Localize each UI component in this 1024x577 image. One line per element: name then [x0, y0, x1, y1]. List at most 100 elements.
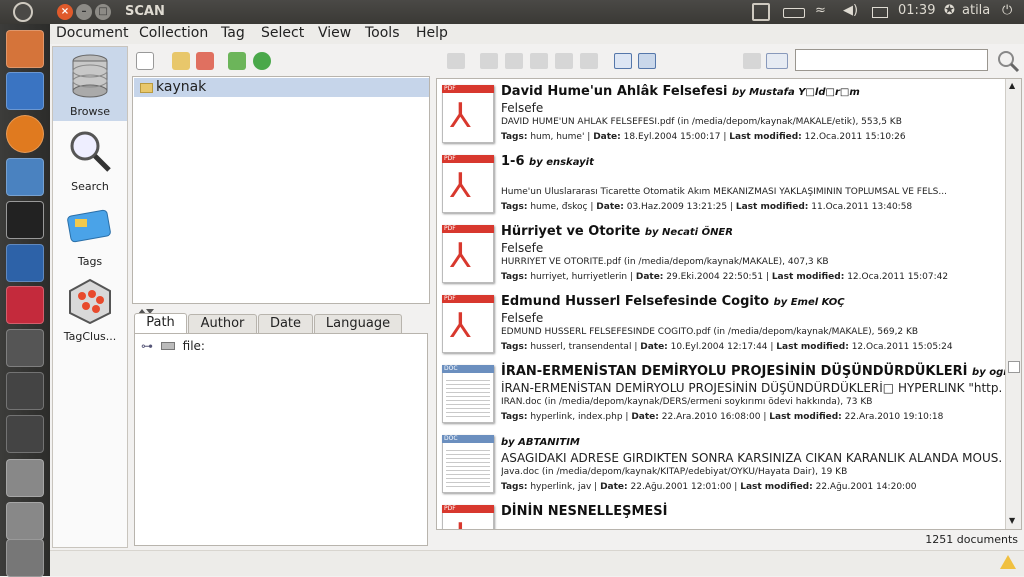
power-icon[interactable]: ⏻ [1002, 3, 1012, 18]
warning-icon[interactable] [1000, 555, 1016, 569]
result-item[interactable]: DOC İRAN-ERMENİSTAN DEMİRYOLU PROJESİNİN … [437, 360, 1021, 430]
zoom-tool-icon[interactable] [6, 415, 44, 453]
table-view-icon[interactable] [614, 53, 632, 69]
result-item[interactable]: PDF⅄ DİNİN NESNELLEŞMESİ [437, 500, 1003, 529]
window-title: SCAN [125, 4, 165, 19]
result-author: by Mustafa Y□ld□r□m [731, 87, 860, 98]
result-meta: Tags: hyperlink, jav | Date: 22.Ağu.2001… [501, 482, 917, 492]
window-maximize-button[interactable]: □ [95, 4, 111, 20]
battery-icon[interactable] [783, 8, 805, 18]
pane-splitter[interactable] [132, 305, 430, 314]
new-collection-icon[interactable] [136, 52, 154, 70]
result-subtitle: Felsefe [501, 311, 544, 325]
system-tool-icon[interactable] [6, 158, 44, 196]
menu-help[interactable]: Help [416, 25, 448, 41]
tagcluster-label: TagClus... [63, 330, 117, 343]
menu-tag[interactable]: Tag [221, 25, 245, 41]
path-facet-tree: ⊶ file: [134, 333, 428, 546]
search-options-icon[interactable] [766, 53, 788, 69]
results-scrollbar[interactable]: ▲ ▼ [1005, 79, 1021, 529]
result-item[interactable]: DOC by ABTANITIM ASAGIDAKI ADRESE GIRDIKT… [437, 430, 1003, 500]
collection-tree: kaynak [132, 76, 430, 304]
tagcluster-button[interactable]: TagClus... [53, 272, 127, 346]
window-close-button[interactable]: × [57, 4, 73, 20]
collection-toolbar [132, 48, 430, 74]
tree-item-file-root[interactable]: ⊶ file: [141, 339, 205, 353]
result-meta: Tags: hurriyet, hurriyetlerin | Date: 29… [501, 272, 949, 282]
drive-icon[interactable] [6, 502, 44, 540]
search-app-icon[interactable] [6, 244, 44, 282]
result-title: Hürriyet ve Otorite by Necati ÖNER [501, 224, 733, 239]
delete-collection-icon[interactable] [196, 52, 214, 70]
menu-view[interactable]: View [318, 25, 351, 41]
browse-button[interactable]: Browse [53, 47, 127, 121]
zoom-in-icon[interactable] [6, 372, 44, 410]
result-item[interactable]: PDF ⅄ Edmund Husserl Felsefesinde Cogito b… [437, 290, 1003, 360]
forward-icon[interactable] [743, 53, 761, 69]
result-item[interactable]: PDF ⅄ David Hume'un Ahlâk Felsefesi by Mus… [437, 80, 1003, 150]
workspace-switcher-icon[interactable] [6, 329, 44, 367]
trash-icon[interactable] [6, 539, 44, 577]
mail-icon[interactable] [872, 7, 888, 18]
tag-card-icon [67, 209, 111, 243]
terminal-icon[interactable] [6, 201, 44, 239]
menu-select[interactable]: Select [261, 25, 304, 41]
result-title: İRAN-ERMENİSTAN DEMİRYOLU PROJESİNİN DÜŞ… [501, 364, 1021, 379]
search-input[interactable] [795, 49, 988, 71]
result-path: Hume'un Uluslararası Ticarette Otomatik … [501, 187, 947, 197]
tab-author[interactable]: Author [188, 314, 257, 333]
ubuntu-logo-icon[interactable] [13, 2, 33, 22]
result-title: 1-6 by enskayit [501, 154, 594, 169]
scroll-down-icon[interactable]: ▼ [1009, 516, 1015, 525]
document-icon[interactable] [447, 53, 465, 69]
browse-label: Browse [69, 105, 111, 118]
result-item[interactable]: PDF ⅄ 1-6 by enskayit Hume'un Uluslararası … [437, 150, 1003, 220]
result-subtitle: Felsefe [501, 101, 544, 115]
tree-item-kaynak[interactable]: kaynak [134, 78, 429, 97]
pdf-thumbnail-icon: PDF⅄ [440, 503, 496, 529]
tab-date[interactable]: Date [258, 314, 313, 333]
tag-add-icon[interactable] [530, 53, 548, 69]
user-name[interactable]: atila [962, 3, 990, 18]
menu-tools[interactable]: Tools [365, 25, 400, 41]
trash-icon[interactable] [580, 53, 598, 69]
volume-icon[interactable]: ◀) [843, 3, 858, 18]
window-minimize-button[interactable]: – [76, 4, 92, 20]
refresh-icon[interactable] [253, 52, 271, 70]
tags-label: Tags [77, 255, 103, 268]
result-item[interactable]: PDF ⅄ Hürriyet ve Otorite by Necati ÖNER Fe… [437, 220, 1003, 290]
edit-collection-icon[interactable] [172, 52, 190, 70]
drive-icon[interactable] [6, 459, 44, 497]
menu-document[interactable]: Document [56, 25, 129, 41]
copy-icon[interactable] [480, 53, 498, 69]
menu-collection[interactable]: Collection [139, 25, 208, 41]
document-viewer-icon[interactable] [6, 72, 44, 110]
home-folder-icon[interactable] [6, 30, 44, 68]
tag-icon[interactable] [505, 53, 523, 69]
result-meta: Tags: husserl, transendental | Date: 10.… [501, 342, 953, 352]
edit-icon[interactable] [555, 53, 573, 69]
result-path: Java.doc (in /media/depom/kaynak/KİTAP/e… [501, 467, 848, 477]
tree-item-label: kaynak [156, 79, 207, 95]
clipboard-icon[interactable] [752, 3, 770, 21]
tab-language[interactable]: Language [314, 314, 402, 333]
scroll-up-icon[interactable]: ▲ [1009, 81, 1015, 90]
scrollbar-thumb[interactable] [1008, 361, 1020, 373]
pdf-thumbnail-icon: PDF⅄ [440, 153, 496, 213]
firefox-icon[interactable] [6, 115, 44, 153]
update-collection-icon[interactable] [228, 52, 246, 70]
bottom-bar [50, 550, 1024, 576]
tags-button[interactable]: Tags [53, 197, 127, 271]
clock[interactable]: 01:39 [898, 3, 935, 18]
search-button[interactable]: Search [53, 122, 127, 196]
user-icon[interactable]: ✪ [944, 3, 955, 18]
result-title: Edmund Husserl Felsefesinde Cogito by Em… [501, 294, 845, 309]
pdf-thumbnail-icon: PDF⅄ [440, 293, 496, 353]
search-icon[interactable] [996, 49, 1020, 73]
tab-path[interactable]: Path [134, 313, 187, 334]
list-view-icon[interactable] [638, 53, 656, 69]
search-label: Search [71, 180, 109, 193]
expander-icon[interactable]: ⊶ [141, 339, 153, 353]
wifi-icon[interactable]: ≈ [815, 3, 826, 18]
editor-app-icon[interactable] [6, 286, 44, 324]
